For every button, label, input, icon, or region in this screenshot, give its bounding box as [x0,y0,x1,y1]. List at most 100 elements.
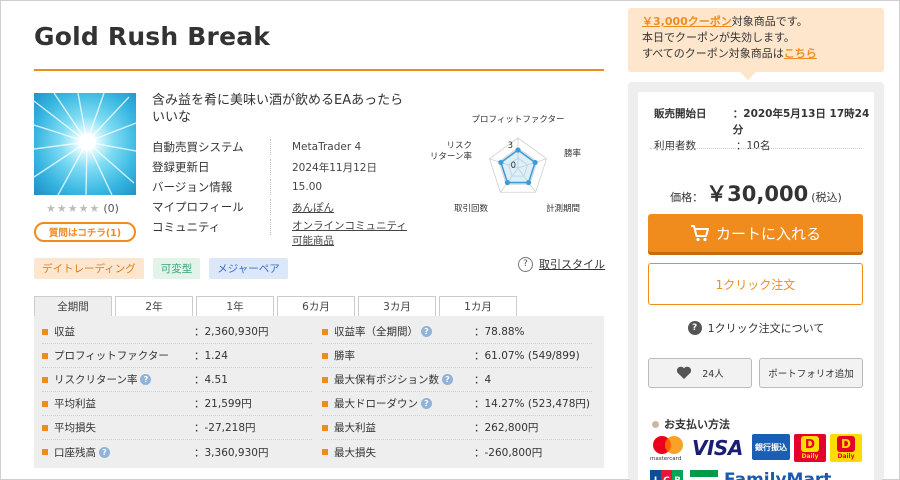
tab-1m[interactable]: 1カ月 [439,296,517,316]
meta-divider [650,148,862,149]
heart-icon [677,366,692,379]
stat-value: ：-260,800円 [474,446,543,459]
bullet-square-icon [42,424,48,431]
stat-row: 口座残高? ：3,360,930円 [42,440,312,464]
stat-value: ：1.24 [194,350,228,362]
tag-variable[interactable]: 可変型 [152,258,201,279]
rating-stars: ★★★★★ [46,202,101,215]
radar-axis-trades: 取引回数 [454,203,489,214]
help-icon[interactable]: ? [421,398,432,409]
tab-all[interactable]: 全期間 [34,296,112,316]
purchase-panel: 販売開始日 ：2020年5月13日 17時24分 利用者数 ：10名 価格： ￥30,… [628,82,884,480]
price: 価格： ￥30,000 (税込) [638,178,874,208]
familymart-stripes [690,470,718,480]
bullet-square-icon [322,400,328,407]
payment-logos: mastercard VISA 銀行振込 D Daily D Daily J C… [648,434,864,480]
stats-left-column: 収益 ：2,360,930円 プロフィットファクター ：1.24 リスクリターン率? ：4… [42,320,312,464]
info-value-system: MetaTrader 4 [292,141,362,153]
radar-chart: プロフィットファクター 勝率 計測期間 取引回数 リスクリターン率 3 0 [430,115,582,214]
radar-scale-min: 0 [511,161,516,171]
rating-count: (0) [103,202,119,215]
stats-right-column: 収益率（全期間）? ：78.88% 勝率 ：61.07% (549/899) 最大保有ポ… [322,320,592,464]
radar-point [498,159,504,166]
coupon-line1: 対象商品です。 [731,15,808,28]
stat-value: ：3,360,930円 [194,446,269,459]
stat-value: ：78.88% [474,326,525,338]
coupon-highlight[interactable]: ￥3,000クーポン [642,15,732,28]
profile-link[interactable]: あんぽん [292,200,334,215]
favorite-count: 24人 [702,369,724,380]
tag-major-pair[interactable]: メジャーペア [209,258,288,279]
help-icon[interactable]: ? [140,374,152,385]
product-title: Gold Rush Break [34,22,271,51]
stat-value: ：21,599円 [194,398,252,410]
stat-row: 最大利益 ：262,800円 [322,416,592,440]
radar-axis-profit-factor: プロフィットファクター [472,115,565,125]
stat-value: ：4 [474,374,492,386]
tag-daytrading[interactable]: デイトレーディング [34,258,144,279]
bullet-square-icon [42,352,48,359]
question-icon: ? [518,256,533,272]
stat-row: プロフィットファクター ：1.24 [42,344,312,368]
tab-1y[interactable]: 1年 [196,296,274,316]
community-link[interactable]: オンラインコミュニティ可能商品 [292,219,410,249]
help-icon[interactable]: ? [421,326,432,337]
stat-label-text: 最大ドローダウン [334,398,418,410]
stat-label: 口座残高? [54,445,194,460]
stat-label-text: 平均利益 [54,398,96,410]
price-value: ￥30,000 [706,182,809,206]
favorite-button[interactable]: 24人 [648,358,752,388]
help-icon: ? [687,321,702,335]
stat-label: 勝率 [334,348,474,363]
stat-value: ：2,360,930円 [194,326,269,338]
stat-label: リスクリターン率? [54,372,194,387]
mastercard-logo: mastercard [648,434,688,464]
tag-list: デイトレーディング 可変型 メジャーペア [34,258,288,279]
price-tax: (税込) [811,191,842,204]
stat-label-text: 最大損失 [334,446,376,459]
stat-value: ：61.07% (549/899) [474,350,580,362]
stat-row: 平均利益 ：21,599円 [42,392,312,416]
burst-image [34,93,136,195]
tab-6m[interactable]: 6カ月 [277,296,355,316]
radar-series [499,149,537,184]
payment-methods-label: お支払い方法 [664,418,730,431]
radar-point [525,179,532,186]
stat-row: 最大保有ポジション数? ：4 [322,368,592,392]
help-icon[interactable]: ? [99,446,110,458]
stat-label: 最大保有ポジション数? [334,372,474,387]
help-icon[interactable]: ? [442,374,453,385]
tab-2y[interactable]: 2年 [115,296,193,316]
stat-label-text: 勝率 [334,350,355,362]
payment-methods-title: お支払い方法 [652,416,730,432]
bullet-square-icon [322,328,328,335]
stat-row: 最大損失 ：-260,800円 [322,440,592,464]
sale-start-label: 販売開始日 [654,108,707,120]
bullet-square-icon [42,400,48,407]
one-click-order-button[interactable]: 1クリック注文 [648,263,863,305]
stat-value: ：4.51 [194,374,228,386]
tab-3m[interactable]: 3カ月 [358,296,436,316]
product-thumbnail[interactable] [34,93,136,195]
sale-start-value: ：2020年5月13日 17時24分 [732,108,870,136]
familymart-logo: FamilyMart [724,470,832,480]
one-click-about-link[interactable]: ? 1クリック注文について [638,320,874,336]
stat-label-text: 収益率（全期間） [334,326,418,338]
bullet-square-icon [322,449,328,455]
stat-label-text: 最大利益 [334,422,376,434]
coupon-link[interactable]: こちら [784,47,817,60]
users-value: ：10名 [736,140,771,152]
bullet-square-icon [42,449,48,455]
question-button[interactable]: 質問はコチラ(1) [34,222,136,242]
jcb-logo: J C B [650,470,684,480]
trade-style-link[interactable]: ? 取引スタイル [518,256,605,272]
add-portfolio-button[interactable]: ポートフォリオ追加 [759,358,863,388]
info-value-updated: 2024年11月12日 [292,161,377,174]
stat-label: 平均損失 [54,420,194,435]
radar-point [515,147,521,153]
radar-axis-risk-return: リスクリターン率 [430,141,472,162]
bullet-square-icon [42,376,48,383]
add-to-cart-button[interactable]: カートに入れる [648,214,863,252]
bullet-square-icon [322,376,328,383]
stat-label-text: プロフィットファクター [54,350,169,362]
